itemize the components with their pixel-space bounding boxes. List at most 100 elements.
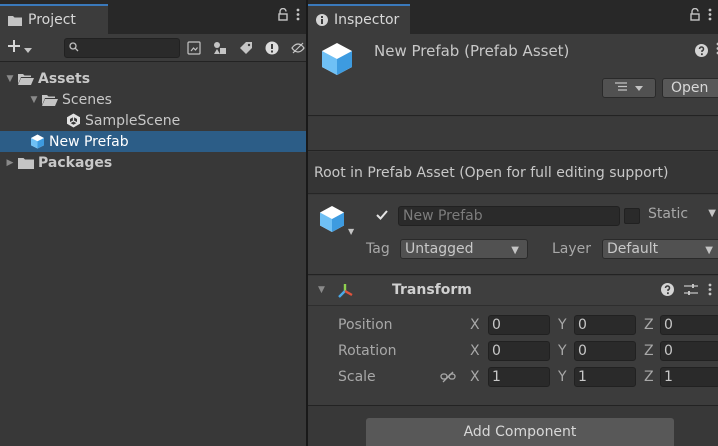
transform-component: ▼ Transform Position X 0 Y 0 Z 0 Rotatio… (308, 276, 718, 406)
prefab-overrides-button[interactable] (602, 78, 656, 98)
unity-scene-icon (66, 113, 81, 128)
transform-axes-icon (336, 282, 354, 304)
tree-item-label: Packages (38, 154, 113, 171)
position-label: Position (338, 317, 393, 333)
project-panel: Project ▼ Assets ▼ Scenes SampleScene Ne… (0, 0, 306, 446)
expand-arrow-icon[interactable]: ▼ (28, 95, 40, 105)
folder-icon (18, 157, 34, 169)
kebab-menu-icon[interactable] (708, 8, 712, 25)
gameobject-header: ▼ New Prefab Static ▼ Tag Untagged ▼ Lay… (308, 195, 718, 275)
scale-label: Scale (338, 369, 376, 385)
axis-x-label[interactable]: X (470, 343, 480, 359)
constrain-proportions-icon[interactable] (440, 371, 456, 387)
tree-item-label: Scenes (62, 91, 112, 108)
project-tree: ▼ Assets ▼ Scenes SampleScene New Prefab (0, 68, 306, 173)
inspector-header: New Prefab (Prefab Asset) Open (308, 34, 718, 116)
folder-open-icon (18, 73, 34, 85)
hidden-packages-icon[interactable] (290, 40, 306, 56)
static-label: Static (648, 206, 689, 222)
root-message: Root in Prefab Asset (Open for full edit… (308, 152, 718, 194)
folder-open-icon (42, 94, 58, 106)
transform-title: Transform (392, 282, 472, 298)
tree-item-packages[interactable]: ▶ Packages (0, 152, 306, 173)
project-tool-icons (186, 38, 306, 58)
tree-item-scenes[interactable]: ▼ Scenes (0, 89, 306, 110)
plus-icon (7, 37, 21, 58)
layer-value: Default (607, 241, 659, 257)
folder-icon (8, 15, 22, 26)
gameobject-name-field[interactable]: New Prefab (398, 206, 620, 226)
list-icon (615, 82, 627, 94)
rotation-label: Rotation (338, 343, 397, 359)
scene-search-icon[interactable] (186, 40, 202, 56)
tab-inspector[interactable]: Inspector (308, 4, 410, 34)
icon-dropdown-caret[interactable]: ▼ (348, 227, 354, 236)
collapse-arrow-icon[interactable]: ▶ (4, 158, 16, 168)
position-y-field[interactable]: 0 (574, 315, 636, 335)
tag-value: Untagged (405, 241, 474, 257)
rotation-y-field[interactable]: 0 (574, 341, 636, 361)
project-toolbar (0, 34, 306, 62)
tree-item-label: SampleScene (85, 112, 181, 129)
add-component-button[interactable]: Add Component (366, 418, 674, 446)
scale-row: Scale X 1 Y 1 Z 1 (308, 366, 718, 388)
static-dropdown-caret[interactable]: ▼ (708, 208, 716, 219)
axis-x-label[interactable]: X (470, 369, 480, 385)
inspector-panel: Inspector New Prefab (Prefab Asset) Open… (308, 0, 718, 446)
project-tab-actions (278, 7, 300, 25)
fold-arrow-icon[interactable]: ▼ (318, 285, 325, 295)
scale-x-field[interactable]: 1 (488, 367, 550, 387)
axis-x-label[interactable]: X (470, 317, 480, 333)
tree-item-assets[interactable]: ▼ Assets (0, 68, 306, 89)
lock-icon[interactable] (690, 7, 700, 25)
filter-by-type-icon[interactable] (212, 40, 228, 56)
expand-arrow-icon[interactable]: ▼ (4, 74, 16, 84)
transform-header[interactable]: ▼ Transform (308, 276, 718, 306)
chevron-down-icon (635, 83, 643, 94)
tag-dropdown[interactable]: Untagged ▼ (400, 239, 528, 259)
preset-sliders-icon[interactable] (684, 283, 698, 300)
axis-z-label[interactable]: Z (644, 317, 654, 333)
help-icon[interactable] (661, 283, 674, 300)
chevron-down-icon: ▼ (511, 245, 519, 256)
kebab-menu-icon[interactable] (296, 8, 300, 25)
kebab-menu-icon[interactable] (708, 283, 712, 300)
scale-y-field[interactable]: 1 (574, 367, 636, 387)
warning-filter-icon[interactable] (264, 40, 280, 56)
prefab-icon[interactable] (318, 205, 346, 237)
tab-project[interactable]: Project (0, 4, 108, 34)
open-prefab-button[interactable]: Open (662, 78, 718, 98)
rotation-z-field[interactable]: 0 (660, 341, 718, 361)
layer-label: Layer (552, 241, 592, 257)
position-z-field[interactable]: 0 (660, 315, 718, 335)
transform-actions (661, 283, 712, 300)
scale-z-field[interactable]: 1 (660, 367, 718, 387)
inspector-tabbar: Inspector (308, 0, 718, 34)
axis-z-label[interactable]: Z (644, 369, 654, 385)
layer-dropdown[interactable]: Default ▼ (602, 239, 718, 259)
axis-y-label[interactable]: Y (558, 343, 567, 359)
lock-icon[interactable] (278, 7, 288, 25)
axis-y-label[interactable]: Y (558, 369, 567, 385)
rotation-row: Rotation X 0 Y 0 Z 0 (308, 340, 718, 362)
prefab-asset-icon (320, 42, 354, 80)
axis-z-label[interactable]: Z (644, 343, 654, 359)
project-search-input[interactable] (64, 38, 180, 58)
active-checkbox[interactable] (374, 207, 390, 223)
prefab-icon (30, 134, 45, 149)
tree-item-new-prefab[interactable]: New Prefab (0, 131, 306, 152)
tab-inspector-label: Inspector (334, 12, 400, 28)
tree-item-samplescene[interactable]: SampleScene (0, 110, 306, 131)
static-checkbox[interactable] (624, 208, 640, 224)
rotation-x-field[interactable]: 0 (488, 341, 550, 361)
axis-y-label[interactable]: Y (558, 317, 567, 333)
chevron-down-icon (23, 37, 32, 58)
inspector-title: New Prefab (Prefab Asset) (374, 42, 570, 60)
position-x-field[interactable]: 0 (488, 315, 550, 335)
header-spacer (308, 117, 718, 151)
search-icon (69, 41, 79, 55)
help-icon[interactable] (695, 44, 708, 61)
filter-by-label-icon[interactable] (238, 40, 254, 56)
project-tabbar: Project (0, 0, 306, 34)
create-button[interactable] (2, 37, 36, 59)
